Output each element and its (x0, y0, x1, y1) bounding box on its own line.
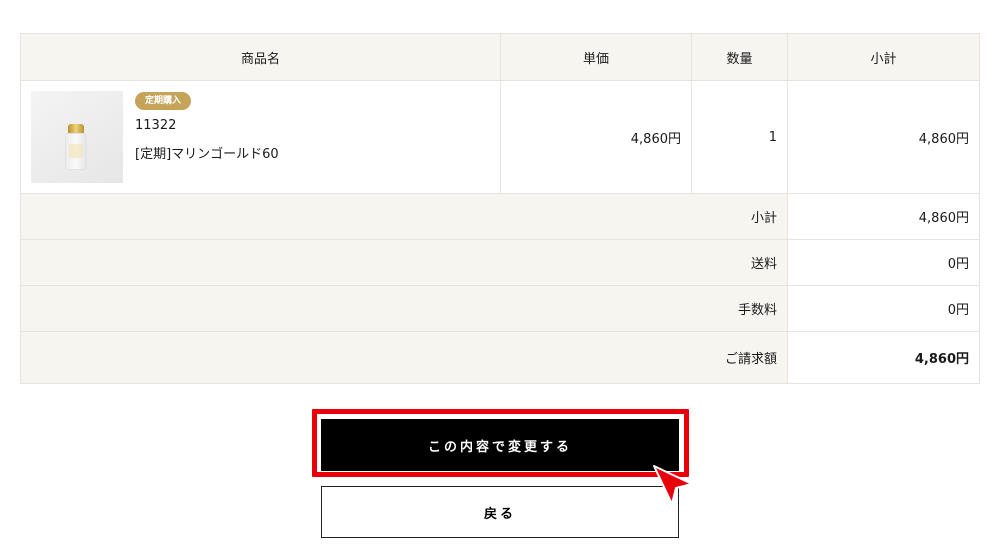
order-table: 商品名 単価 数量 小計 定期購入 11322 [定期]マリンゴールド60 4,… (20, 33, 980, 384)
pointer-arrow-icon (653, 465, 693, 505)
product-name: [定期]マリンゴールド60 (135, 147, 279, 162)
confirm-change-button[interactable]: この内容で変更する (321, 419, 679, 471)
table-row: 定期購入 11322 [定期]マリンゴールド60 4,860円 1 4,860円 (20, 80, 980, 194)
product-cell: 定期購入 11322 [定期]マリンゴールド60 (20, 80, 501, 194)
header-product: 商品名 (20, 33, 501, 81)
header-unit-price: 単価 (500, 33, 692, 81)
summary-value: 0円 (787, 239, 980, 286)
summary-value: 4,860円 (787, 193, 980, 240)
summary-row-shipping: 送料 0円 (20, 239, 980, 286)
subscription-badge: 定期購入 (135, 92, 192, 110)
summary-label: 手数料 (20, 285, 788, 332)
supplement-bottle-image (65, 124, 87, 172)
summary-row-fee: 手数料 0円 (20, 285, 980, 332)
summary-label: 送料 (20, 239, 788, 286)
header-quantity: 数量 (691, 33, 788, 81)
total-value: 4,860円 (787, 331, 980, 384)
item-subtotal-value: 4,860円 (787, 80, 980, 194)
quantity-value: 1 (691, 80, 788, 194)
summary-row-subtotal: 小計 4,860円 (20, 193, 980, 240)
header-subtotal: 小計 (787, 33, 980, 81)
table-header-row: 商品名 単価 数量 小計 (20, 33, 980, 81)
summary-value: 0円 (787, 285, 980, 332)
unit-price-value: 4,860円 (500, 80, 692, 194)
summary-label: 小計 (20, 193, 788, 240)
summary-row-total: ご請求額 4,860円 (20, 331, 980, 384)
back-button[interactable]: 戻る (321, 486, 679, 538)
product-code: 11322 (135, 118, 177, 133)
total-label: ご請求額 (20, 331, 788, 384)
product-thumbnail[interactable] (31, 91, 123, 183)
